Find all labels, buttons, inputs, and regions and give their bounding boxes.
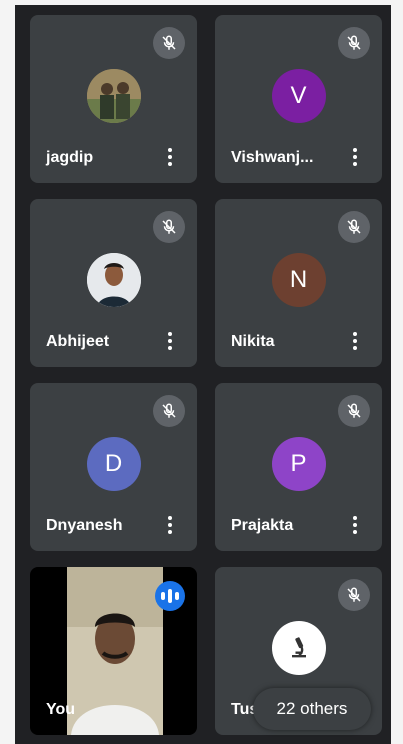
avatar-photo [86,253,141,307]
participant-name: jagdip [46,149,94,166]
participant-tile[interactable]: D Dnyanesh [30,383,197,551]
more-options-icon[interactable] [158,327,182,355]
speaking-indicator-icon [155,581,185,611]
more-options-icon[interactable] [343,143,367,171]
participant-name: Abhijeet [46,333,110,350]
more-options-icon[interactable] [343,327,367,355]
meeting-grid: jagdip V Vishwanj... Abhijeet N Nikita D… [15,5,391,744]
mic-off-icon [338,27,370,59]
avatar-photo [86,69,141,123]
participant-name: Nikita [231,333,275,350]
participant-tile[interactable]: P Prajakta [215,383,382,551]
video-feed [67,567,163,735]
participant-name: Dnyanesh [46,517,123,534]
participant-tile[interactable]: jagdip [30,15,197,183]
microscope-icon [271,621,326,675]
self-video-tile[interactable]: You [30,567,197,735]
more-options-icon[interactable] [158,143,182,171]
participant-tile[interactable]: Abhijeet [30,199,197,367]
mic-off-icon [153,27,185,59]
avatar-initial: P [271,437,326,491]
mic-off-icon [153,211,185,243]
others-button[interactable]: 22 others [253,688,371,730]
participant-name: Prajakta [231,517,294,534]
participant-tile[interactable]: N Nikita [215,199,382,367]
mic-off-icon [338,211,370,243]
participant-tile[interactable]: V Vishwanj... [215,15,382,183]
more-options-icon[interactable] [158,511,182,539]
participant-name: You [46,701,76,718]
avatar-initial: N [271,253,326,307]
mic-off-icon [153,395,185,427]
participant-name: Vishwanj... [231,149,314,166]
more-options-icon[interactable] [343,511,367,539]
mic-off-icon [338,395,370,427]
avatar-initial: D [86,437,141,491]
mic-off-icon [338,579,370,611]
avatar-initial: V [271,69,326,123]
